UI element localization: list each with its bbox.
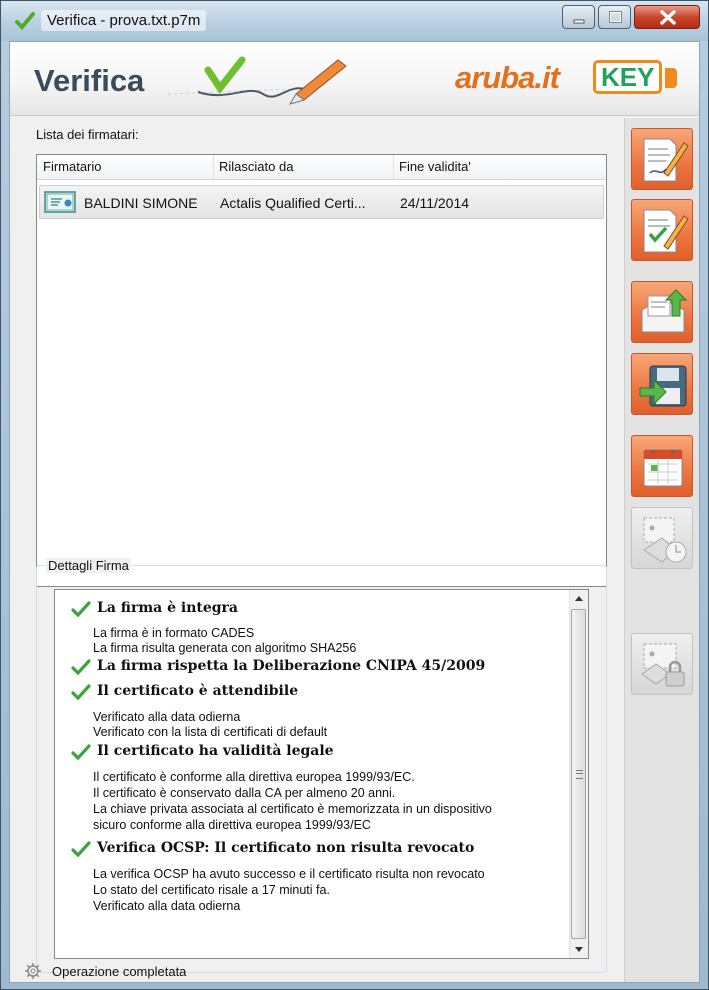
header-banner: Verifica aruba.it KEY [10, 42, 699, 116]
signature-pen-graphic [168, 56, 347, 105]
detail-line: La firma è in formato CADES [93, 626, 255, 640]
header-title: Verifica [34, 63, 145, 98]
close-icon [660, 10, 676, 25]
column-header-signer[interactable]: Firmatario [43, 159, 102, 174]
column-header-issuer[interactable]: Rilasciato da [219, 159, 293, 174]
check-icon [71, 684, 91, 700]
timestamp-icon [643, 517, 687, 563]
title-bar[interactable]: Verifica - prova.txt.p7m [1, 1, 708, 41]
detail-line: Verificato con la lista di certificati d… [93, 725, 328, 739]
maximize-button[interactable] [598, 5, 631, 29]
sign-button[interactable] [631, 128, 693, 190]
detail-line: La firma risulta generata con algoritmo … [93, 641, 357, 655]
save-document-icon [639, 365, 687, 407]
sign-document-icon [643, 138, 689, 182]
minimize-icon [573, 19, 585, 24]
detail-line: La chiave privata associata al certifica… [93, 802, 492, 816]
signer-row[interactable]: BALDINI SIMONE Actalis Qualified Certi..… [39, 185, 604, 219]
signer-valid-until: 24/11/2014 [400, 195, 470, 211]
brand-key-tab [665, 68, 677, 88]
certificate-icon [44, 191, 76, 213]
scrollbar-thumb[interactable] [571, 609, 586, 939]
status-text: Operazione completata [52, 964, 187, 979]
detail-section-title: Verifica OCSP: Il certificato non risult… [71, 840, 474, 857]
detail-section-title: Il certificato ha validità legale [71, 743, 334, 760]
maximize-icon [609, 11, 622, 23]
calendar-icon [643, 449, 683, 487]
window-title: Verifica - prova.txt.p7m [41, 10, 207, 31]
detail-line: La verifica OCSP ha avuto successo e il … [93, 867, 485, 881]
close-button[interactable] [634, 5, 700, 29]
verify-button[interactable] [631, 199, 693, 261]
client-area: Verifica aruba.it KEY Lista dei firmatar… [9, 41, 700, 983]
action-sidebar [624, 118, 699, 982]
details-label: Dettagli Firma [46, 558, 131, 573]
details-scrollbar[interactable] [569, 590, 588, 958]
checkmark-app-icon [15, 12, 35, 30]
detail-section-title: La firma è integra [71, 600, 238, 617]
signer-issuer: Actalis Qualified Certi... [220, 195, 366, 211]
signer-name: BALDINI SIMONE [84, 195, 198, 211]
verifica-window: Verifica - prova.txt.p7m Verifica aruba.… [0, 0, 709, 990]
details-panel[interactable]: La firma è integra La firma è in formato… [54, 589, 589, 959]
detail-line: sicuro conforme alla direttiva europea 1… [93, 818, 371, 832]
column-header-valid-until[interactable]: Fine validita' [399, 159, 471, 174]
detail-section-title: Il certificato è attendibile [71, 683, 298, 700]
brand-key: KEY [593, 60, 663, 94]
status-bar: Operazione completata [10, 956, 624, 983]
encrypt-icon [641, 643, 685, 687]
detail-line: Verificato alla data odierna [93, 899, 241, 913]
check-icon [71, 659, 91, 675]
detail-line: Il certificato è conservato dalla CA per… [93, 786, 396, 800]
calendar-button[interactable] [631, 435, 693, 497]
detail-line: Lo stato del certificato risale a 17 min… [93, 883, 330, 897]
signers-list[interactable]: Firmatario Rilasciato da Fine validita' … [36, 154, 607, 587]
verify-signature-icon [643, 209, 689, 253]
check-icon [71, 601, 91, 617]
detail-line: Il certificato è conforme alla direttiva… [93, 770, 415, 784]
minimize-button[interactable] [562, 5, 595, 29]
open-document-icon [641, 289, 688, 333]
aruba-key-logo: aruba.it KEY [455, 58, 685, 98]
check-icon [71, 744, 91, 760]
list-header: Firmatario Rilasciato da Fine validita' [37, 155, 606, 180]
detail-line: Verificato alla data odierna [93, 710, 241, 724]
detail-section-title: La firma rispetta la Deliberazione CNIPA… [71, 658, 485, 675]
arrow-up-icon [575, 596, 583, 601]
encrypt-button[interactable] [631, 633, 693, 695]
timestamp-button[interactable] [631, 507, 693, 569]
save-button[interactable] [631, 353, 693, 415]
open-button[interactable] [631, 281, 693, 343]
signers-list-label: Lista dei firmatari: [36, 127, 139, 142]
check-icon [71, 841, 91, 857]
gear-icon [25, 963, 41, 979]
scroll-up-button[interactable] [570, 590, 588, 608]
brand-name: aruba.it [455, 60, 560, 95]
